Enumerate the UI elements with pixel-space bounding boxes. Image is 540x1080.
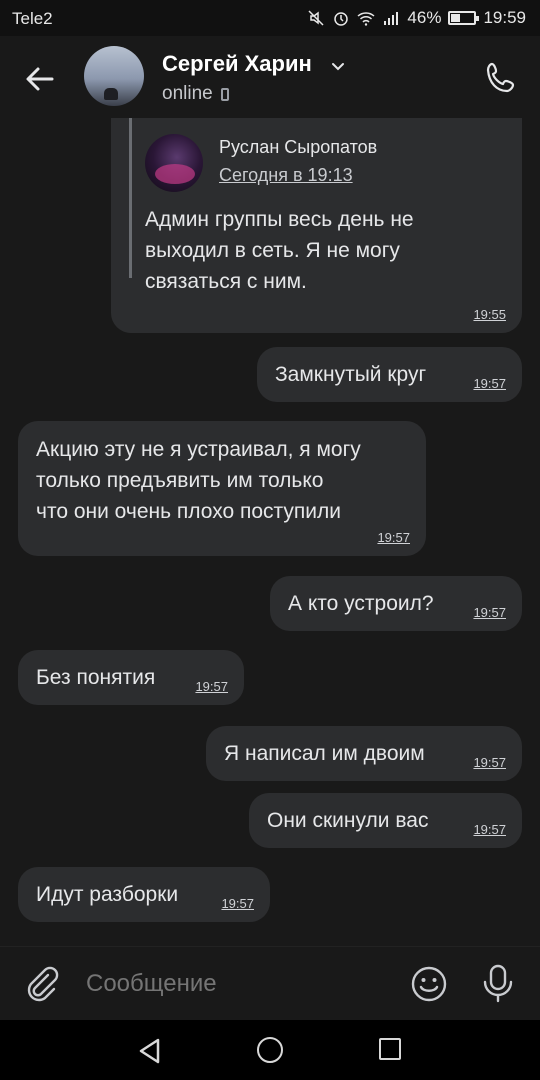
carrier-label: Tele2	[12, 9, 53, 28]
chat-header: Сергей Харин online	[0, 36, 540, 118]
message-bubble[interactable]: Они скинули вас 19:57	[249, 793, 522, 848]
forwarded-text-line: Админ группы весь день не	[145, 208, 414, 231]
back-arrow-icon[interactable]	[20, 59, 60, 99]
status-icons: 46% 19:59	[307, 8, 526, 28]
nav-home-icon[interactable]	[257, 1037, 283, 1063]
message-bubble[interactable]: Идут разборки 19:57	[18, 867, 270, 922]
message-text-line: только предъявить им только	[36, 469, 324, 492]
mobile-device-icon	[220, 87, 229, 101]
contact-name[interactable]: Сергей Харин	[162, 51, 312, 77]
message-time: 19:55	[473, 307, 506, 322]
battery-icon	[448, 11, 480, 25]
message-text: Они скинули вас	[267, 809, 429, 832]
status-bar: Tele2 46% 19:59	[0, 0, 540, 36]
alarm-icon	[334, 12, 349, 26]
message-list[interactable]: Руслан Сыропатов Сегодня в 19:13 Админ г…	[0, 118, 540, 946]
message-text: А кто устроил?	[288, 592, 434, 615]
wifi-icon	[357, 12, 375, 26]
nav-back-icon[interactable]	[136, 1037, 164, 1065]
message-text: Идут разборки	[36, 883, 179, 906]
message-text: Акцию эту не я устраивал, я могу только …	[36, 434, 361, 527]
message-text: Без понятия	[36, 666, 156, 689]
forwarded-author-name[interactable]: Руслан Сыропатов	[219, 136, 377, 158]
message-time: 19:57	[473, 755, 506, 770]
chevron-down-icon[interactable]	[330, 58, 346, 74]
message-input[interactable]	[86, 967, 386, 1001]
mute-icon	[308, 10, 324, 26]
forwarded-author-avatar[interactable]	[145, 134, 203, 192]
message-time: 19:57	[473, 822, 506, 837]
clock: 19:59	[483, 8, 526, 27]
contact-status: online	[162, 83, 229, 105]
message-bubble[interactable]: Акцию эту не я устраивал, я могу только …	[18, 421, 426, 556]
message-bubble[interactable]: Я написал им двоим 19:57	[206, 726, 522, 781]
message-bubble[interactable]: А кто устроил? 19:57	[270, 576, 522, 631]
forwarded-text-line: выходил в сеть. Я не могу	[145, 239, 400, 262]
forwarded-date[interactable]: Сегодня в 19:13	[219, 164, 353, 186]
forward-quote-bar	[129, 118, 132, 278]
message-time: 19:57	[473, 605, 506, 620]
message-time: 19:57	[377, 530, 410, 545]
message-time: 19:57	[221, 896, 254, 911]
nav-recents-icon[interactable]	[379, 1038, 401, 1060]
message-text: Замкнутый круг	[275, 363, 427, 386]
paperclip-icon[interactable]	[24, 965, 60, 1003]
system-nav-bar	[0, 1020, 540, 1080]
message-time: 19:57	[195, 679, 228, 694]
message-text-line: Акцию эту не я устраивал, я могу	[36, 438, 361, 461]
emoji-icon[interactable]	[410, 965, 448, 1003]
message-bubble[interactable]: Замкнутый круг 19:57	[257, 347, 522, 402]
forwarded-text: Админ группы весь день не выходил в сеть…	[145, 204, 505, 297]
battery-percent: 46%	[407, 8, 442, 27]
message-composer	[0, 946, 540, 1020]
microphone-icon[interactable]	[480, 963, 516, 1003]
forwarded-text-line: связаться с ним.	[145, 270, 307, 293]
message-text: Я написал им двоим	[224, 742, 425, 765]
online-label: online	[162, 83, 213, 104]
message-time: 19:57	[473, 376, 506, 391]
contact-avatar[interactable]	[84, 46, 144, 106]
phone-call-icon[interactable]	[484, 60, 520, 96]
message-bubble[interactable]: Без понятия 19:57	[18, 650, 244, 705]
message-text-line: что они очень плохо поступили	[36, 500, 341, 523]
signal-icon	[384, 12, 399, 25]
forwarded-message-bubble[interactable]: Руслан Сыропатов Сегодня в 19:13 Админ г…	[111, 118, 522, 333]
